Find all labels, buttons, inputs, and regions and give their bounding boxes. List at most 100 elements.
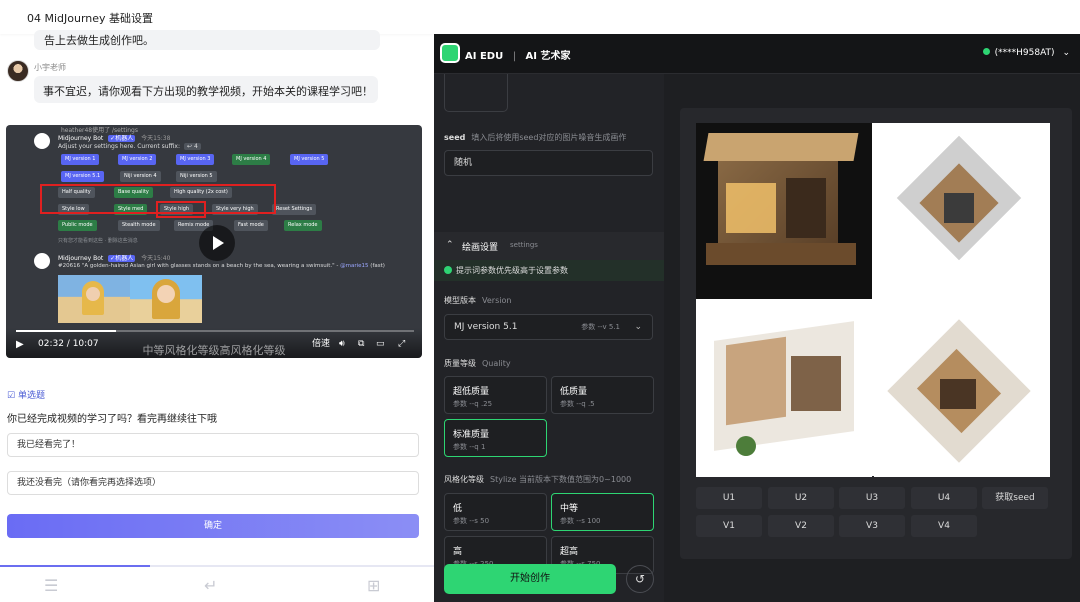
get-seed-button[interactable]: 获取seed <box>982 487 1048 509</box>
teacher-avatar <box>7 60 29 82</box>
stylize-title: 超高 <box>560 547 579 557</box>
upload-slot[interactable] <box>444 74 508 112</box>
mj-v4-button: MJ version 4 <box>232 154 271 165</box>
online-status-icon <box>982 48 990 55</box>
app-brand: AI EDU <box>465 51 504 62</box>
quality-title: 标准质量 <box>453 430 490 440</box>
niji-v5-button: Niji version 5 <box>176 171 217 182</box>
section-sub: settings <box>510 241 538 249</box>
confirm-button[interactable]: 确定 <box>7 514 419 538</box>
model-param: 参数 --v 5.1 <box>581 323 620 331</box>
model-select[interactable]: MJ version 5.1 参数 --v 5.1 ⌄ <box>444 314 653 340</box>
seed-label: seed <box>444 133 466 142</box>
account-id: (****H958AT) <box>994 48 1055 58</box>
option-not-watched[interactable]: 我还没看完（请你看完再选择选项） <box>7 471 419 495</box>
prompt-suffix: (fast) <box>368 263 385 269</box>
ephemeral-note: 只有您才能看到这些 · 删除这些消息 <box>58 238 138 244</box>
stylize-param: 参数 --s 50 <box>453 517 490 525</box>
bot-avatar-icon-2 <box>34 253 50 269</box>
settings-panel: seed 填入后将使用seed对应的图片噪音生成画作 随机 ⌃ 绘画设置 sett… <box>434 74 664 602</box>
prompt-mention: @marie15 <box>340 263 369 269</box>
start-create-button[interactable]: 开始创作 <box>444 564 616 594</box>
generated-image-3[interactable] <box>696 301 872 477</box>
quality-option-standard[interactable]: 标准质量参数 --q 1 <box>444 419 547 457</box>
account-menu[interactable]: (****H958AT) ⌄ <box>982 48 1070 58</box>
question-type-label: 单选题 <box>17 391 45 401</box>
generated-image-4[interactable] <box>874 301 1050 477</box>
screen: 04 MidJourney 基础设置 告上去做生成创作吧。 小宇老师 事不宜迟，… <box>0 0 1080 602</box>
stylize-option-medium[interactable]: 中等 参数 --s 100 <box>551 493 654 531</box>
prompt-line: #20616 "A golden-haired Asian girl with … <box>58 263 385 269</box>
image-grid <box>696 123 1050 477</box>
model-label: 模型版本 <box>444 296 476 305</box>
drawing-settings-header[interactable]: ⌃ 绘画设置 settings <box>434 232 664 260</box>
v1-button[interactable]: V1 <box>696 515 762 537</box>
play-icon[interactable] <box>199 225 235 261</box>
generated-image-1[interactable] <box>696 123 872 299</box>
mj-v51-button: MJ version 5.1 <box>61 171 105 182</box>
stealth-mode-button: Stealth mode <box>118 220 160 231</box>
result-image-2 <box>130 275 202 323</box>
app-logo-icon <box>440 43 460 63</box>
stylize-label: 风格化等级 <box>444 475 484 484</box>
bot-time-2: 今天15:40 <box>141 255 171 262</box>
priority-hint: 提示词参数优先级高于设置参数 <box>434 260 664 281</box>
generated-image-2[interactable] <box>874 123 1050 299</box>
bot-name-2: Midjourney Bot <box>58 255 104 262</box>
quality-sub: Quality <box>482 359 511 368</box>
question-text: 你已经完成视频的学习了吗？看完再继续往下哦 <box>7 414 217 425</box>
bot-badge-2: ✓机器人 <box>108 255 136 262</box>
u3-button[interactable]: U3 <box>839 487 905 509</box>
app-header: AI EDU | AI 艺术家 (****H958AT) ⌄ <box>434 34 1080 74</box>
bot-name: Midjourney Bot <box>58 135 104 142</box>
teacher-chat-text: 事不宜迟，请你观看下方出现的教学视频，开始本关的课程学习吧！ <box>43 85 373 98</box>
course-panel: 04 MidJourney 基础设置 告上去做生成创作吧。 小宇老师 事不宜迟，… <box>0 0 434 602</box>
reset-settings-button: Reset Settings <box>272 204 317 215</box>
settings-line: Adjust your settings here. Current suffi… <box>58 143 180 150</box>
mj-v5-button: MJ version 5 <box>290 154 329 165</box>
teacher-chat-bubble: 事不宜迟，请你观看下方出现的教学视频，开始本关的课程学习吧！ <box>34 76 378 103</box>
quality-param: 参数 --q .25 <box>453 400 493 408</box>
history-icon[interactable]: ↺ <box>626 565 654 593</box>
quality-option-low[interactable]: 低质量参数 --q .5 <box>551 376 654 414</box>
video-subtitle: 中等风格化等级高风格化等级 <box>142 344 286 357</box>
stylize-title: 高 <box>453 547 463 557</box>
quality-param: 参数 --q .5 <box>560 400 595 408</box>
mj-v1-button: MJ version 1 <box>61 154 100 165</box>
return-icon[interactable]: ↵ <box>204 576 217 595</box>
result-image-1 <box>58 275 130 323</box>
reaction-count: 4 <box>193 143 198 150</box>
fast-mode-button: Fast mode <box>234 220 268 231</box>
quality-param: 参数 --q 1 <box>453 443 486 451</box>
option-watched[interactable]: 我已经看完了！ <box>7 433 419 457</box>
u2-button[interactable]: U2 <box>768 487 834 509</box>
seed-input[interactable]: 随机 <box>444 150 653 176</box>
quality-title: 低质量 <box>560 387 588 397</box>
stylize-sub: Stylize 当前版本下数值范围为0~1000 <box>490 475 632 484</box>
title-bar: 04 MidJourney 基础设置 <box>0 0 434 34</box>
public-mode-button: Public mode <box>58 220 97 231</box>
bottom-nav: ☰ ↵ ⊞ <box>0 565 434 602</box>
grid-icon[interactable]: ⊞ <box>367 576 380 595</box>
v4-button[interactable]: V4 <box>911 515 977 537</box>
list-icon[interactable]: ☰ <box>44 576 58 595</box>
quality-option-very-low[interactable]: 超低质量 参数 --q .25 <box>444 376 547 414</box>
teacher-name: 小宇老师 <box>34 63 66 72</box>
prompt-text: #20616 "A golden-haired Asian girl with … <box>58 263 341 269</box>
info-icon <box>444 266 452 274</box>
hint-text: 提示词参数优先级高于设置参数 <box>456 266 568 275</box>
chevron-down-icon: ⌄ <box>634 322 642 332</box>
chevron-up-icon: ⌃ <box>446 240 454 250</box>
prev-chat-text: 告上去做生成创作吧。 <box>44 34 154 47</box>
lesson-video[interactable]: heather48使用了 /settings Midjourney Bot ✓机… <box>6 125 422 358</box>
page-title: 04 MidJourney 基础设置 <box>27 12 154 25</box>
bot-avatar-icon <box>34 133 50 149</box>
stylize-option-low[interactable]: 低参数 --s 50 <box>444 493 547 531</box>
u4-button[interactable]: U4 <box>911 487 977 509</box>
video-progress[interactable] <box>16 330 414 332</box>
v3-button[interactable]: V3 <box>839 515 905 537</box>
u1-button[interactable]: U1 <box>696 487 762 509</box>
niji-v4-button: Niji version 4 <box>120 171 161 182</box>
relax-mode-button: Relax mode <box>284 220 322 231</box>
v2-button[interactable]: V2 <box>768 515 834 537</box>
